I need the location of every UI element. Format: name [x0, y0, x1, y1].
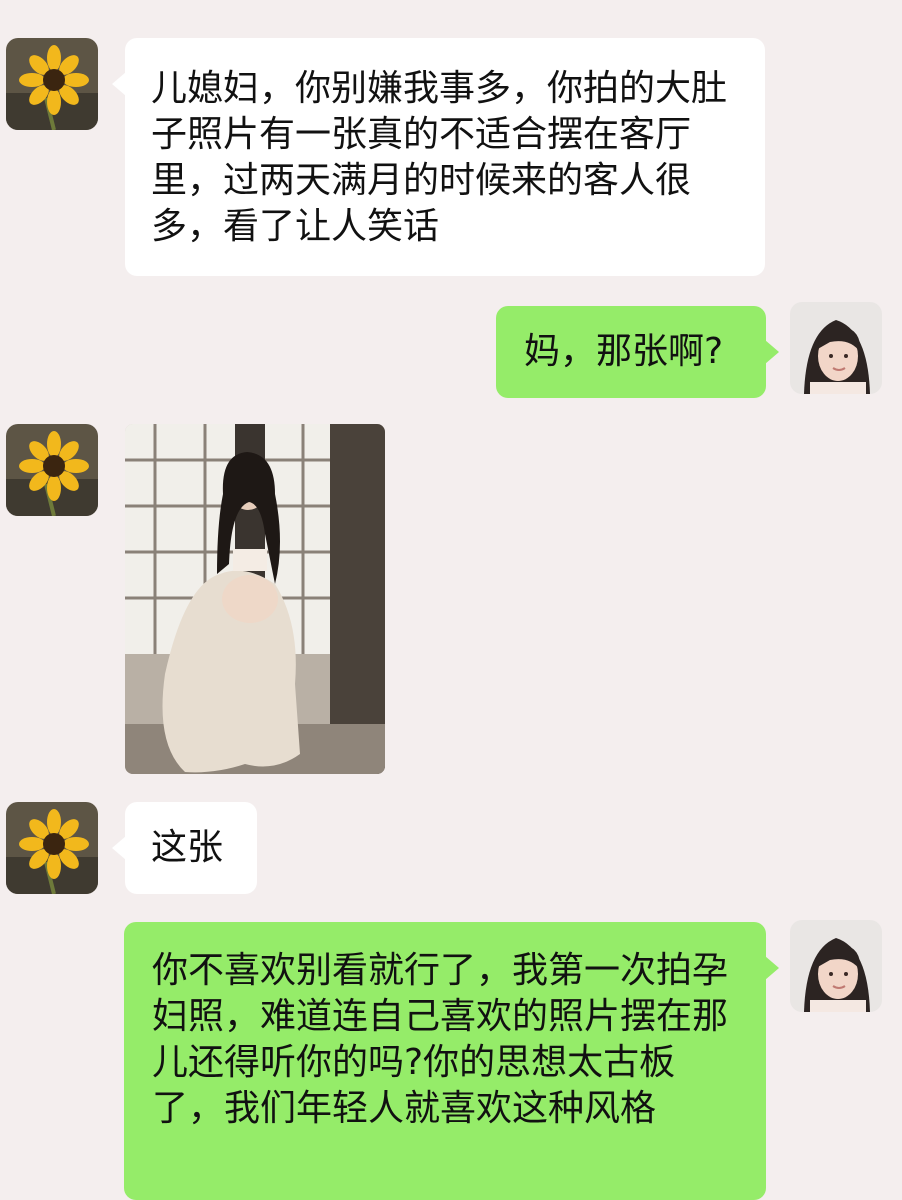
message-text: 妈，那张啊? [524, 331, 724, 372]
message-text: 儿媳妇，你别嫌我事多，你拍的大肚子照片有一张真的不适合摆在客厅里，过两天满月的时… [151, 68, 728, 247]
sunflower-avatar[interactable] [6, 38, 98, 130]
maternity-photo [125, 424, 385, 774]
sunflower-icon [6, 802, 98, 894]
message-text: 你不喜欢别看就行了，我第一次拍孕妇照，难道连自己喜欢的照片摆在那儿还得听你的吗?… [152, 950, 729, 1129]
message-bubble-1[interactable]: 儿媳妇，你别嫌我事多，你拍的大肚子照片有一张真的不适合摆在客厅里，过两天满月的时… [112, 38, 765, 276]
message-bubble-4[interactable]: 这张 [112, 802, 257, 894]
chat-view: 儿媳妇，你别嫌我事多，你拍的大肚子照片有一张真的不适合摆在客厅里，过两天满月的时… [0, 0, 902, 1200]
woman-avatar[interactable] [790, 920, 882, 1012]
sunflower-icon [6, 38, 98, 130]
sunflower-avatar[interactable] [6, 424, 98, 516]
woman-portrait-icon [790, 920, 882, 1012]
message-bubble-5[interactable]: 你不喜欢别看就行了，我第一次拍孕妇照，难道连自己喜欢的照片摆在那儿还得听你的吗?… [124, 922, 779, 1200]
message-text: 这张 [151, 827, 224, 868]
woman-portrait-icon [790, 302, 882, 394]
message-bubble-2[interactable]: 妈，那张啊? [496, 306, 779, 398]
maternity-photo-message[interactable] [125, 424, 385, 774]
sunflower-avatar[interactable] [6, 802, 98, 894]
sunflower-icon [6, 424, 98, 516]
woman-avatar[interactable] [790, 302, 882, 394]
